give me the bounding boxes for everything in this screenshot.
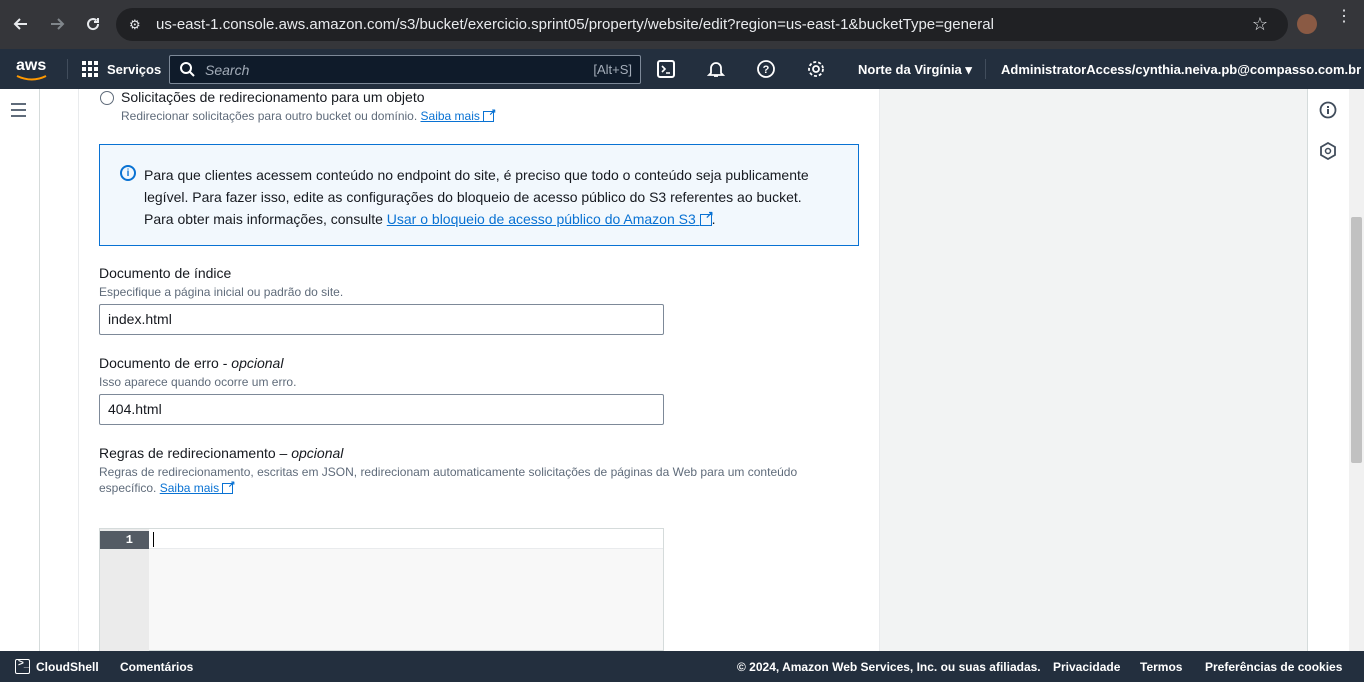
services-menu[interactable]: Serviços (107, 62, 161, 77)
region-selector[interactable]: Norte da Virgínia ▾ (858, 62, 972, 78)
right-empty-area (880, 89, 1307, 651)
copyright-text: © 2024, Amazon Web Services, Inc. ou sua… (737, 660, 1041, 674)
error-document-description: Isso aparece quando ocorre um erro. (99, 375, 297, 389)
cloudshell-footer-icon: >_ (15, 658, 30, 674)
privacy-link[interactable]: Privacidade (1053, 660, 1120, 674)
redirect-rules-description-line1: Regras de redirecionamento, escritas em … (99, 465, 798, 479)
forward-arrow-icon[interactable] (45, 12, 69, 36)
site-info-icon[interactable]: ⚙ (129, 17, 141, 33)
block-public-access-link[interactable]: Usar o bloqueio de acesso público do Ama… (386, 211, 714, 227)
browser-toolbar: ⚙ us-east-1.console.aws.amazon.com/s3/bu… (0, 0, 1364, 49)
redirect-rules-learn-more-link[interactable]: Saiba mais ↗ (159, 480, 236, 495)
side-nav-rail (0, 89, 40, 651)
search-icon (180, 62, 195, 77)
settings-gear-icon[interactable] (805, 58, 827, 80)
redirect-requests-label: Solicitações de redirecionamento para um… (121, 89, 425, 105)
info-alert-text: Para que clientes acessem conteúdo no en… (144, 164, 834, 230)
url-text: us-east-1.console.aws.amazon.com/s3/buck… (156, 16, 994, 33)
help-icon[interactable]: ? (755, 58, 777, 80)
search-shortcut: [Alt+S] (593, 62, 632, 77)
redirect-rules-editor[interactable]: 1 (99, 528, 664, 652)
cloudshell-icon[interactable] (655, 58, 677, 80)
browser-menu-icon[interactable]: ⋮ (1336, 9, 1352, 25)
info-panel-icon[interactable] (1319, 101, 1337, 119)
info-alert-line3: Para obter mais informações, consulte Us… (144, 208, 834, 230)
nav-divider (67, 59, 68, 79)
address-bar[interactable]: ⚙ us-east-1.console.aws.amazon.com/s3/bu… (116, 8, 1288, 41)
bookmark-star-icon[interactable]: ☆ (1252, 14, 1268, 35)
editor-cursor (153, 532, 154, 547)
info-alert-line2: legível. Para fazer isso, edite as confi… (144, 189, 802, 205)
search-input[interactable]: Search [Alt+S] (169, 55, 641, 84)
cloudshell-link[interactable]: CloudShell (36, 660, 99, 674)
redirect-rules-label-text: Regras de redirecionamento – (99, 445, 292, 461)
editor-active-line[interactable] (149, 529, 663, 549)
redirect-requests-radio[interactable] (100, 91, 114, 105)
external-link-icon: ↗ (483, 108, 496, 123)
learn-more-link-text: Saiba mais (420, 109, 480, 123)
aws-smile-icon (16, 75, 47, 81)
search-placeholder: Search (205, 62, 250, 78)
index-document-label: Documento de índice (99, 265, 232, 281)
page-scrollbar[interactable] (1349, 89, 1364, 651)
error-document-input[interactable]: 404.html (99, 394, 664, 425)
index-document-input[interactable]: index.html (99, 304, 664, 335)
block-public-access-link-text: Usar o bloqueio de acesso público do Ama… (386, 211, 696, 227)
redirect-rules-desc-line2-text: específico. (99, 481, 157, 495)
account-label: AdministratorAccess/cynthia.neiva.pb@com… (1001, 62, 1362, 77)
info-alert-line3-prefix: Para obter mais informações, consulte (144, 211, 387, 227)
aws-logo[interactable]: aws (16, 57, 46, 75)
reload-icon[interactable] (81, 12, 105, 36)
redirect-rules-learn-more-text: Saiba mais (159, 481, 220, 495)
info-alert-line1: Para que clientes acessem conteúdo no en… (144, 167, 809, 183)
services-grid-icon[interactable] (82, 61, 99, 83)
notifications-bell-icon[interactable] (705, 58, 727, 80)
back-arrow-icon[interactable] (9, 12, 33, 36)
error-document-optional: opcional (231, 355, 284, 371)
index-document-description: Especifique a página inicial ou padrão d… (99, 285, 344, 299)
svg-text:?: ? (763, 64, 770, 76)
redirect-requests-desc-text: Redirecionar solicitações para outro buc… (121, 109, 418, 123)
menu-hamburger-icon[interactable] (11, 103, 27, 117)
console-footer: >_ CloudShell Comentários © 2024, Amazon… (0, 651, 1364, 682)
redirect-rules-optional: opcional (291, 445, 344, 461)
scrollbar-thumb[interactable] (1351, 217, 1362, 463)
editor-line-number: 1 (100, 531, 149, 549)
region-label: Norte da Virgínia (858, 62, 962, 77)
aws-top-nav: aws Serviços Search [Alt+S] ? Norte da V… (0, 49, 1364, 89)
cookie-preferences-link[interactable]: Preferências de cookies (1205, 660, 1342, 674)
external-link-icon: ↗ (222, 480, 235, 495)
learn-more-link[interactable]: Saiba mais ↗ (420, 108, 497, 123)
account-menu[interactable]: AdministratorAccess/cynthia.neiva.pb@com… (1001, 62, 1364, 78)
redirect-rules-label: Regras de redirecionamento – opcional (99, 445, 343, 461)
terms-link[interactable]: Termos (1140, 660, 1182, 674)
info-alert: i Para que clientes acessem conteúdo no … (99, 144, 859, 246)
profile-avatar[interactable] (1297, 14, 1317, 34)
error-document-label-text: Documento de erro - (99, 355, 232, 371)
redirect-rules-description-line2: específico. Saiba mais ↗ (99, 480, 236, 495)
nav-divider (985, 59, 986, 79)
amazon-q-icon[interactable] (1319, 142, 1337, 160)
external-link-icon: ↗ (699, 211, 714, 227)
comments-link[interactable]: Comentários (120, 660, 193, 674)
error-document-label: Documento de erro - opcional (99, 355, 283, 371)
right-tools-rail (1307, 89, 1349, 651)
redirect-requests-description: Redirecionar solicitações para outro buc… (121, 108, 497, 123)
info-icon: i (120, 165, 136, 181)
